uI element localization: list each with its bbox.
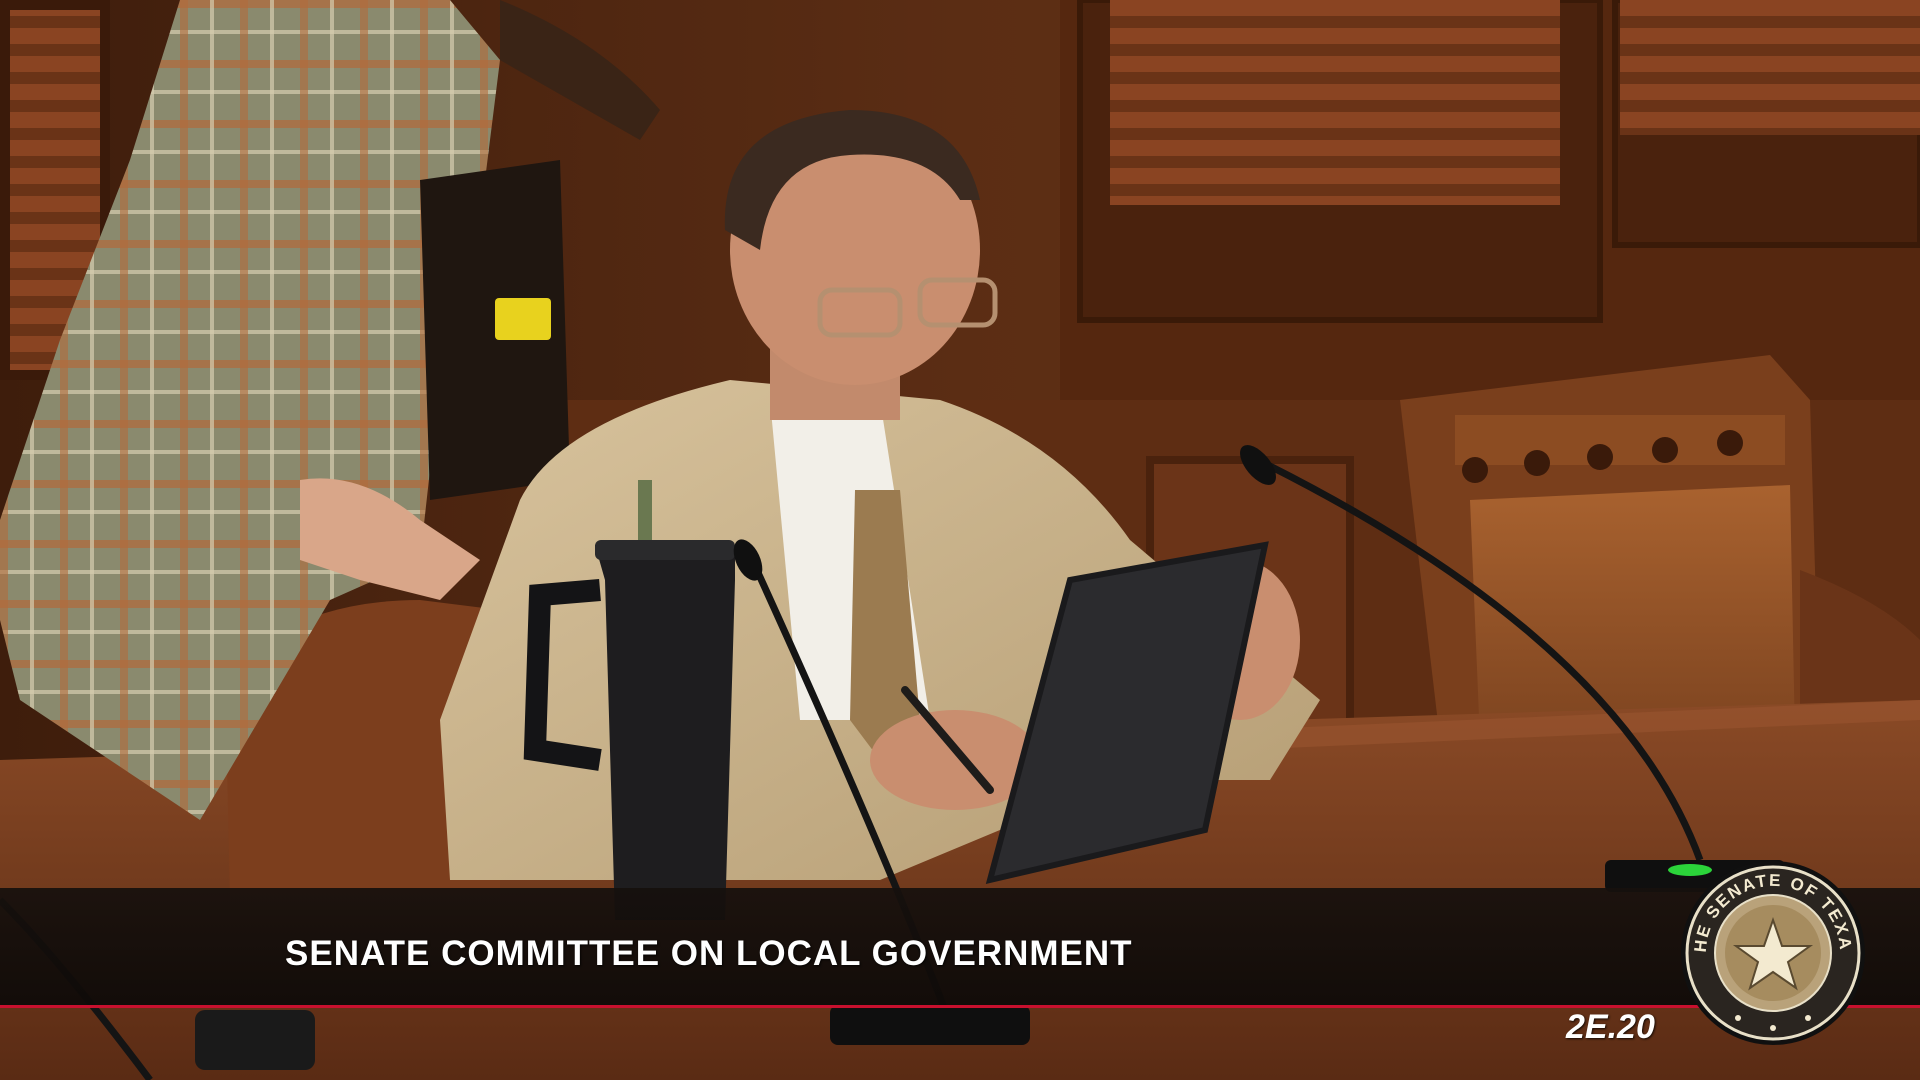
video-frame: SENATE COMMITTEE ON LOCAL GOVERNMENT 2E.… — [0, 0, 1920, 1080]
senate-seal-logo: THE SENATE OF TEXAS — [1678, 858, 1865, 1045]
caption-title: SENATE COMMITTEE ON LOCAL GOVERNMENT — [285, 934, 1133, 973]
timecode-label: 2E.20 — [1566, 1008, 1655, 1046]
